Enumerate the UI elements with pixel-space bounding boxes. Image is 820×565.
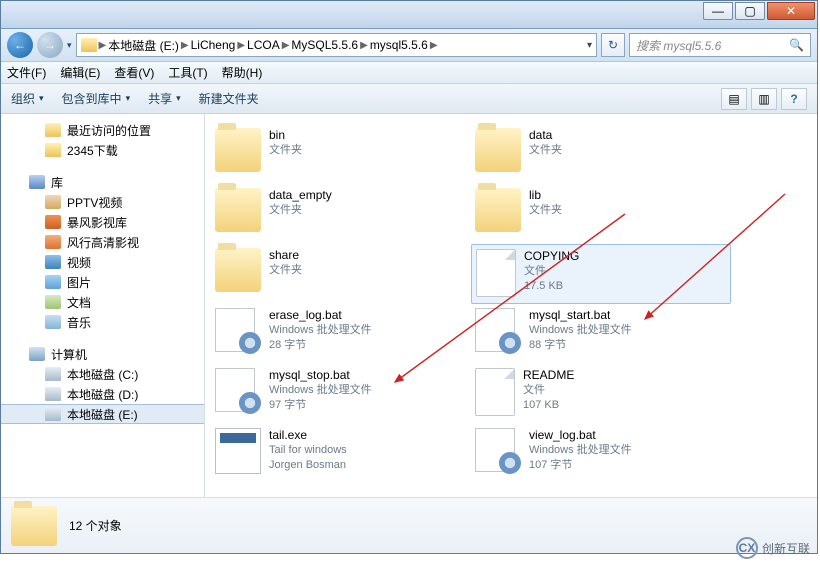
view-mode-button[interactable]: ▤ bbox=[721, 88, 747, 110]
menu-help[interactable]: 帮助(H) bbox=[222, 64, 263, 81]
search-placeholder: 搜索 mysql5.5.6 bbox=[636, 37, 721, 54]
location-icon bbox=[45, 123, 61, 137]
crumb-0[interactable]: 本地磁盘 (E:) bbox=[108, 37, 179, 54]
bat-icon bbox=[215, 368, 261, 414]
sidebar-lib-fengxing[interactable]: 风行高清影视 bbox=[1, 232, 204, 252]
watermark-logo: CX bbox=[736, 537, 758, 559]
folder-icon bbox=[215, 248, 261, 292]
menu-edit[interactable]: 编辑(E) bbox=[60, 64, 100, 81]
folder-icon bbox=[45, 143, 61, 157]
nav-row: ← → ▾ ▶ 本地磁盘 (E:) ▶ LiCheng ▶ LCOA ▶ MyS… bbox=[1, 29, 817, 62]
sidebar-lib-pptv[interactable]: PPTV视频 bbox=[1, 192, 204, 212]
file-item[interactable]: erase_log.batWindows 批处理文件28 字节 bbox=[211, 304, 471, 364]
folder-icon bbox=[215, 128, 261, 172]
sidebar-drive-d[interactable]: 本地磁盘 (D:) bbox=[1, 384, 204, 404]
minimize-button[interactable]: — bbox=[703, 2, 733, 20]
sidebar-lib-documents[interactable]: 文档 bbox=[1, 292, 204, 312]
sidebar-computer[interactable]: 计算机 bbox=[1, 344, 204, 364]
preview-pane-button[interactable]: ▥ bbox=[751, 88, 777, 110]
file-item[interactable]: lib文件夹 bbox=[471, 184, 731, 244]
sidebar-drive-e[interactable]: 本地磁盘 (E:) bbox=[1, 404, 204, 424]
organize-button[interactable]: 组织▾ bbox=[11, 90, 44, 107]
titlebar: — ▢ ✕ bbox=[1, 1, 817, 29]
computer-icon bbox=[29, 347, 45, 361]
nav-pane: 最近访问的位置 2345下载 库 PPTV视频 暴风影视库 风行高清影视 视频 … bbox=[1, 114, 205, 497]
body: 最近访问的位置 2345下载 库 PPTV视频 暴风影视库 风行高清影视 视频 … bbox=[1, 114, 817, 497]
file-item[interactable]: COPYING文件17.5 KB bbox=[471, 244, 731, 304]
back-button[interactable]: ← bbox=[7, 32, 33, 58]
exe-icon bbox=[215, 428, 261, 474]
file-item[interactable]: view_log.batWindows 批处理文件107 字节 bbox=[471, 424, 731, 484]
folder-icon bbox=[475, 188, 521, 232]
file-item[interactable]: mysql_stop.batWindows 批处理文件97 字节 bbox=[211, 364, 471, 424]
file-item[interactable]: data文件夹 bbox=[471, 124, 731, 184]
file-item[interactable]: data_empty文件夹 bbox=[211, 184, 471, 244]
refresh-button[interactable]: ↻ bbox=[601, 33, 625, 57]
details-bar: 12 个对象 bbox=[1, 497, 817, 553]
folder-icon bbox=[475, 128, 521, 172]
folder-icon bbox=[81, 38, 97, 52]
sidebar-drive-c[interactable]: 本地磁盘 (C:) bbox=[1, 364, 204, 384]
menu-file[interactable]: 文件(F) bbox=[7, 64, 46, 81]
drive-icon bbox=[45, 407, 61, 421]
bat-icon bbox=[215, 308, 261, 354]
address-dropdown-icon[interactable]: ▾ bbox=[587, 40, 592, 51]
menu-bar: 文件(F) 编辑(E) 查看(V) 工具(T) 帮助(H) bbox=[1, 62, 817, 84]
address-bar[interactable]: ▶ 本地磁盘 (E:) ▶ LiCheng ▶ LCOA ▶ MySQL5.5.… bbox=[76, 33, 597, 57]
sidebar-lib-music[interactable]: 音乐 bbox=[1, 312, 204, 332]
close-button[interactable]: ✕ bbox=[767, 2, 815, 20]
explorer-window: — ▢ ✕ ← → ▾ ▶ 本地磁盘 (E:) ▶ LiCheng ▶ LCOA… bbox=[0, 0, 818, 554]
share-button[interactable]: 共享▾ bbox=[148, 90, 181, 107]
breadcrumb-sep: ▶ bbox=[99, 40, 107, 51]
sidebar-lib-videos[interactable]: 视频 bbox=[1, 252, 204, 272]
recent-dropdown-icon[interactable]: ▾ bbox=[67, 40, 72, 51]
sidebar-lib-pictures[interactable]: 图片 bbox=[1, 272, 204, 292]
file-item[interactable]: README文件107 KB bbox=[471, 364, 731, 424]
crumb-1[interactable]: LiCheng bbox=[191, 38, 236, 52]
new-folder-button[interactable]: 新建文件夹 bbox=[199, 90, 259, 107]
drive-icon bbox=[45, 387, 61, 401]
sidebar-lib-baofeng[interactable]: 暴风影视库 bbox=[1, 212, 204, 232]
search-input[interactable]: 搜索 mysql5.5.6 🔍 bbox=[629, 33, 811, 57]
bat-icon bbox=[475, 308, 521, 354]
crumb-3[interactable]: MySQL5.5.6 bbox=[291, 38, 358, 52]
sidebar-item-recent[interactable]: 最近访问的位置 bbox=[1, 120, 204, 140]
search-icon: 🔍 bbox=[789, 38, 804, 52]
sidebar-libraries[interactable]: 库 bbox=[1, 172, 204, 192]
sidebar-item-2345[interactable]: 2345下载 bbox=[1, 140, 204, 160]
help-button[interactable]: ? bbox=[781, 88, 807, 110]
include-in-library-button[interactable]: 包含到库中▾ bbox=[62, 90, 131, 107]
watermark-text: 创新互联 bbox=[762, 540, 810, 557]
file-item[interactable]: share文件夹 bbox=[211, 244, 471, 304]
watermark: CX 创新互联 bbox=[736, 537, 810, 559]
folder-icon bbox=[215, 188, 261, 232]
file-icon bbox=[475, 368, 515, 416]
drive-icon bbox=[45, 367, 61, 381]
item-count: 12 个对象 bbox=[69, 517, 122, 534]
file-item[interactable]: tail.exeTail for windowsJorgen Bosman bbox=[211, 424, 471, 484]
folder-icon bbox=[11, 506, 57, 546]
menu-view[interactable]: 查看(V) bbox=[114, 64, 154, 81]
menu-tools[interactable]: 工具(T) bbox=[168, 64, 207, 81]
crumb-2[interactable]: LCOA bbox=[247, 38, 280, 52]
maximize-button[interactable]: ▢ bbox=[735, 2, 765, 20]
bat-icon bbox=[475, 428, 521, 474]
file-item[interactable]: bin文件夹 bbox=[211, 124, 471, 184]
file-pane: bin文件夹 data文件夹 data_empty文件夹 lib文件夹 shar… bbox=[205, 114, 817, 497]
file-icon bbox=[476, 249, 516, 297]
toolbar: 组织▾ 包含到库中▾ 共享▾ 新建文件夹 ▤ ▥ ? bbox=[1, 84, 817, 114]
library-icon bbox=[29, 175, 45, 189]
forward-button[interactable]: → bbox=[37, 32, 63, 58]
file-item[interactable]: mysql_start.batWindows 批处理文件88 字节 bbox=[471, 304, 731, 364]
crumb-4[interactable]: mysql5.5.6 bbox=[370, 38, 428, 52]
